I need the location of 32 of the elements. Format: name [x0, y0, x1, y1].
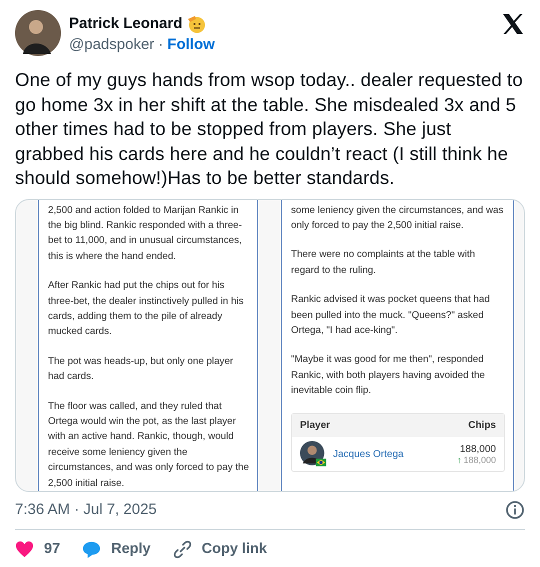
article-paragraph: Rankic advised it was pocket queens that had been pulled into the muck. "Queens?" asked Ortega, "I had ace-king".	[291, 293, 491, 338]
tweet-text: One of my guys hands from wsop today.. dealer requested to go home 3x in her shift at the table. She misdealed 3x and 5 other times had to be stopped from players. She just grabbed his cards here and he couldn’t react (I still think he should somehow!)Has to be better standards.	[15, 68, 524, 190]
info-icon[interactable]	[505, 500, 525, 520]
column-header: Player	[300, 420, 330, 431]
heart-icon	[15, 540, 34, 558]
player-name-link[interactable]: Jacques Ortega	[333, 449, 404, 460]
author-handle[interactable]: @padspoker	[69, 36, 154, 52]
article-paragraph: The pot was heads-up, but only one player had cards.	[48, 354, 234, 384]
avatar[interactable]	[15, 10, 61, 56]
timestamp[interactable]: 7:36 AM · Jul 7, 2025	[15, 501, 157, 518]
chip-count: 188,000	[460, 444, 496, 456]
article-paragraph: There were no complaints at the table with regard to the ruling.	[291, 248, 476, 278]
article-paragraph: 2,500 and action folded to Marijan Rankic in the big blind. Rankic responded with a three-bet to 11,000, and in unusual circumstances, this is where the hand ended.	[48, 204, 243, 264]
x-logo-icon[interactable]	[501, 12, 525, 36]
article-paragraph: "Maybe it was good for me then", responded Rankic, with both players having avoided the inevitable coin flip.	[291, 353, 486, 398]
chip-change: 188,000	[463, 455, 496, 466]
reply-action[interactable]: Reply	[82, 540, 151, 558]
article-paragraph: The floor was called, and they ruled that Ortega would win the pot, as the last player with an active hand. Rankic, though, would receive some leniency given the circumstances, and was only forced to pay the 2,500 initial raise.	[48, 400, 249, 490]
author-name[interactable]: Patrick Leonard	[69, 15, 182, 32]
article-paragraph: some leniency given the circumstances, and was only forced to pay the 2,500 initial raise.	[291, 204, 504, 233]
speech-bubble-icon	[82, 540, 102, 558]
article-screenshot[interactable]	[15, 198, 525, 492]
link-icon	[172, 540, 192, 558]
separator: ·	[158, 36, 164, 52]
article-paragraph: After Rankic had put the chips out for his three-bet, the dealer instinctively pulled in his cards, adding them to the pile of already mucked cards.	[48, 279, 245, 340]
column-header: Chips	[468, 420, 496, 431]
up-arrow-icon: ↑	[456, 455, 462, 466]
like-action[interactable]: 97	[15, 540, 60, 558]
follow-link[interactable]: Follow	[167, 36, 215, 52]
copy-action[interactable]: Copy link	[172, 540, 267, 558]
saluting-face-icon	[186, 14, 206, 34]
player-avatar	[300, 440, 328, 469]
